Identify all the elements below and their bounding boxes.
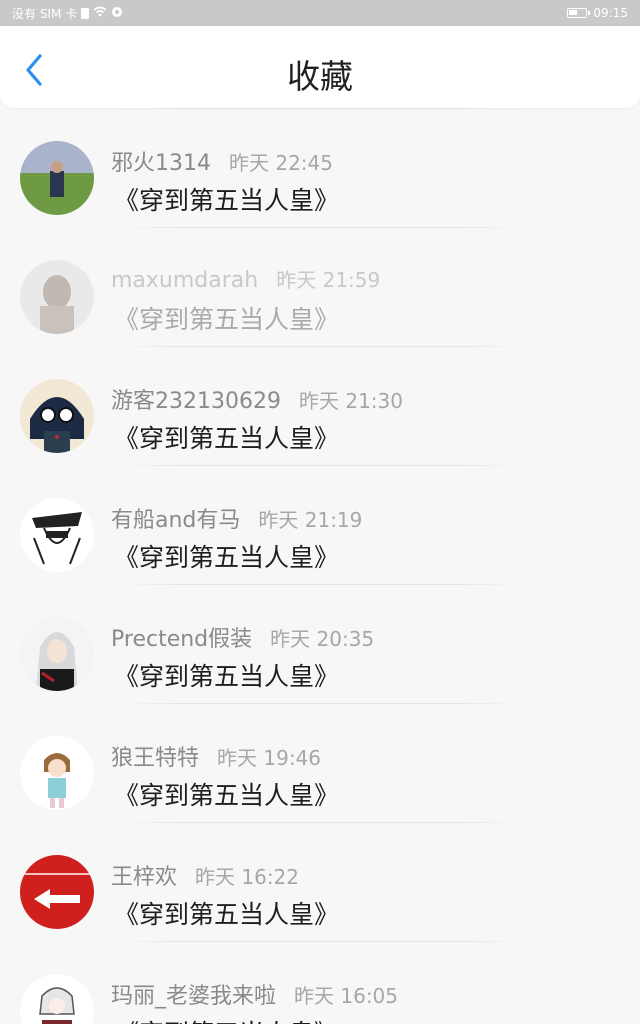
favorites-list: 邪火1314 昨天 22:45 《穿到第五当人皇》 maxumdarah 昨天 … (0, 108, 640, 1024)
carrier-text: 没有 SIM 卡 (12, 6, 78, 21)
user-line: 狼王特特 昨天 19:46 (111, 740, 321, 772)
book-title[interactable]: 《穿到第五当人皇》 (114, 300, 339, 336)
favorite-item[interactable]: 游客232130629 昨天 21:30 《穿到第五当人皇》 (0, 347, 640, 465)
timestamp: 昨天 21:30 (298, 389, 403, 413)
timestamp: 昨天 21:59 (276, 268, 381, 292)
timestamp: 昨天 22:45 (229, 151, 333, 175)
user-line: Prectend假装 昨天 20:35 (111, 621, 374, 653)
user-name[interactable]: maxumdarah (111, 268, 258, 293)
wifi-icon (93, 6, 107, 20)
status-bar: 没有 SIM 卡 09:15 (0, 0, 640, 26)
user-line: maxumdarah 昨天 21:59 (111, 264, 380, 293)
avatar[interactable] (20, 141, 94, 215)
sim-icon (81, 7, 90, 19)
user-line: 王梓欢 昨天 16:22 (111, 859, 299, 891)
avatar[interactable] (20, 379, 94, 453)
book-title[interactable]: 《穿到第五当人皇》 (114, 181, 339, 217)
status-right: 09:15 (567, 6, 628, 20)
timestamp: 昨天 16:22 (195, 865, 300, 889)
favorite-item[interactable]: 玛丽_老婆我来啦 昨天 16:05 《穿到第五当人皇》 (0, 942, 640, 1024)
user-line: 游客232130629 昨天 21:30 (111, 383, 403, 415)
book-title[interactable]: 《穿到第五当人皇》 (114, 538, 339, 574)
user-line: 邪火1314 昨天 22:45 (111, 145, 333, 177)
timestamp: 昨天 20:35 (270, 627, 375, 651)
book-title[interactable]: 《穿到第五当人皇》 (114, 419, 339, 455)
battery-icon (567, 8, 591, 18)
app-header: 收藏 (0, 26, 640, 108)
avatar[interactable] (20, 855, 94, 929)
favorite-item[interactable]: 有船and有马 昨天 21:19 《穿到第五当人皇》 (0, 466, 640, 584)
avatar[interactable] (20, 617, 94, 691)
book-title[interactable]: 《穿到第五当人皇》 (114, 776, 339, 812)
settings-gear-icon (111, 6, 123, 21)
user-name[interactable]: 王梓欢 (111, 859, 177, 891)
avatar[interactable] (20, 498, 94, 572)
timestamp: 昨天 21:19 (258, 508, 363, 532)
avatar[interactable] (20, 974, 94, 1024)
timestamp: 昨天 16:05 (294, 984, 399, 1008)
favorite-item[interactable]: maxumdarah 昨天 21:59 《穿到第五当人皇》 (0, 228, 640, 346)
user-name[interactable]: 游客232130629 (111, 383, 281, 415)
status-left: 没有 SIM 卡 (12, 5, 567, 22)
book-title[interactable]: 《穿到第五当人皇》 (114, 895, 339, 931)
user-line: 玛丽_老婆我来啦 昨天 16:05 (111, 978, 398, 1010)
avatar[interactable] (20, 260, 94, 334)
clock-text: 09:15 (593, 6, 628, 20)
book-title[interactable]: 《穿到第五当人皇》 (114, 1014, 339, 1024)
avatar[interactable] (20, 736, 94, 810)
favorite-item[interactable]: 狼王特特 昨天 19:46 《穿到第五当人皇》 (0, 704, 640, 822)
favorite-item[interactable]: Prectend假装 昨天 20:35 《穿到第五当人皇》 (0, 585, 640, 703)
book-title[interactable]: 《穿到第五当人皇》 (114, 657, 339, 693)
user-name[interactable]: 邪火1314 (111, 145, 211, 177)
timestamp: 昨天 19:46 (217, 746, 322, 770)
user-name[interactable]: 有船and有马 (111, 502, 240, 534)
page-title: 收藏 (287, 57, 353, 96)
favorite-item[interactable]: 王梓欢 昨天 16:22 《穿到第五当人皇》 (0, 823, 640, 941)
user-name[interactable]: Prectend假装 (111, 621, 252, 653)
user-name[interactable]: 狼王特特 (111, 740, 199, 772)
user-name[interactable]: 玛丽_老婆我来啦 (111, 978, 276, 1010)
user-line: 有船and有马 昨天 21:19 (111, 502, 362, 534)
favorite-item[interactable]: 邪火1314 昨天 22:45 《穿到第五当人皇》 (0, 109, 640, 227)
